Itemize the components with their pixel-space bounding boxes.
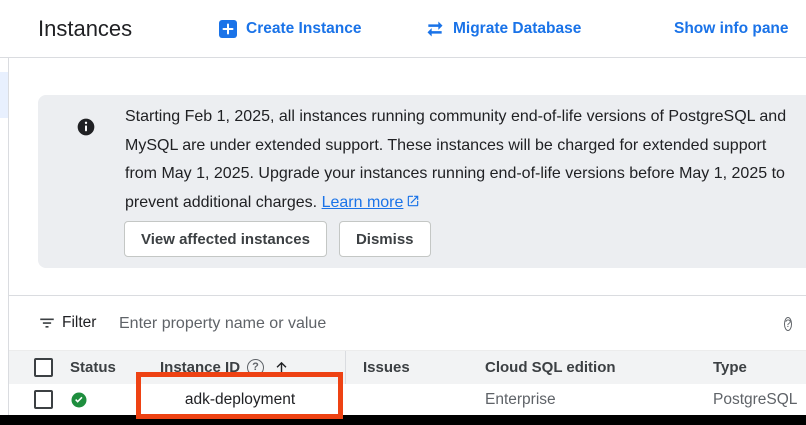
migrate-database-label: Migrate Database bbox=[453, 20, 581, 38]
filter-label[interactable]: Filter bbox=[62, 296, 96, 350]
page-title: Instances bbox=[38, 0, 132, 57]
banner-line-4: prevent additional charges. Learn more bbox=[125, 189, 786, 219]
banner-line-3: from May 1, 2025. Upgrade your instances… bbox=[125, 160, 786, 189]
open-in-new-icon bbox=[406, 190, 420, 219]
banner-line-1: Starting Feb 1, 2025, all instances runn… bbox=[125, 103, 786, 132]
left-nav-selected-indicator bbox=[0, 72, 8, 118]
column-header-instance-id[interactable]: Instance ID ? bbox=[160, 351, 290, 384]
plus-icon bbox=[218, 19, 238, 39]
dismiss-button[interactable]: Dismiss bbox=[339, 221, 431, 257]
instance-id-header-label: Instance ID bbox=[160, 359, 240, 376]
filter-help-icon[interactable]: ? bbox=[784, 314, 792, 332]
show-info-pane-button[interactable]: Show info pane bbox=[674, 0, 789, 57]
column-separator bbox=[345, 351, 346, 384]
column-header-issues[interactable]: Issues bbox=[363, 351, 410, 384]
swap-arrows-icon bbox=[425, 19, 445, 39]
status-ok-icon bbox=[70, 384, 88, 415]
row-checkbox[interactable] bbox=[34, 384, 53, 415]
bottom-black-bar bbox=[0, 415, 806, 425]
info-icon bbox=[76, 117, 96, 137]
banner-line-2: MySQL are under extended support. These … bbox=[125, 132, 786, 161]
table-header-row: Status Instance ID ? Issues Cloud SQL ed… bbox=[9, 350, 806, 385]
column-header-type[interactable]: Type bbox=[713, 351, 747, 384]
instance-id-link[interactable]: adk-deployment bbox=[137, 384, 343, 415]
show-info-pane-label: Show info pane bbox=[674, 20, 789, 38]
cloud-sql-instances-page: Instances Create Instance Migrate Databa… bbox=[0, 0, 806, 425]
filter-bar: Filter ? bbox=[9, 295, 806, 350]
table-row[interactable]: adk-deployment Enterprise PostgreSQL bbox=[9, 384, 806, 415]
select-all-checkbox[interactable] bbox=[34, 351, 53, 384]
view-affected-instances-button[interactable]: View affected instances bbox=[124, 221, 327, 257]
filter-input[interactable] bbox=[117, 308, 681, 340]
filter-icon bbox=[38, 314, 56, 337]
banner-actions: View affected instances Dismiss bbox=[124, 221, 431, 257]
page-toolbar: Instances Create Instance Migrate Databa… bbox=[0, 0, 806, 58]
column-header-edition[interactable]: Cloud SQL edition bbox=[485, 351, 616, 384]
migrate-database-button[interactable]: Migrate Database bbox=[425, 0, 581, 57]
learn-more-link[interactable]: Learn more bbox=[322, 194, 404, 211]
banner-message: Starting Feb 1, 2025, all instances runn… bbox=[125, 103, 786, 218]
create-instance-button[interactable]: Create Instance bbox=[218, 0, 361, 57]
type-cell: PostgreSQL bbox=[713, 384, 797, 415]
column-header-status[interactable]: Status bbox=[70, 351, 116, 384]
eol-notice-banner: Starting Feb 1, 2025, all instances runn… bbox=[38, 95, 806, 268]
sort-ascending-icon[interactable] bbox=[273, 359, 290, 376]
instance-id-help-icon[interactable]: ? bbox=[247, 359, 264, 376]
edition-cell: Enterprise bbox=[485, 384, 556, 415]
create-instance-label: Create Instance bbox=[246, 20, 361, 38]
banner-line-4-text: prevent additional charges. bbox=[125, 194, 317, 211]
